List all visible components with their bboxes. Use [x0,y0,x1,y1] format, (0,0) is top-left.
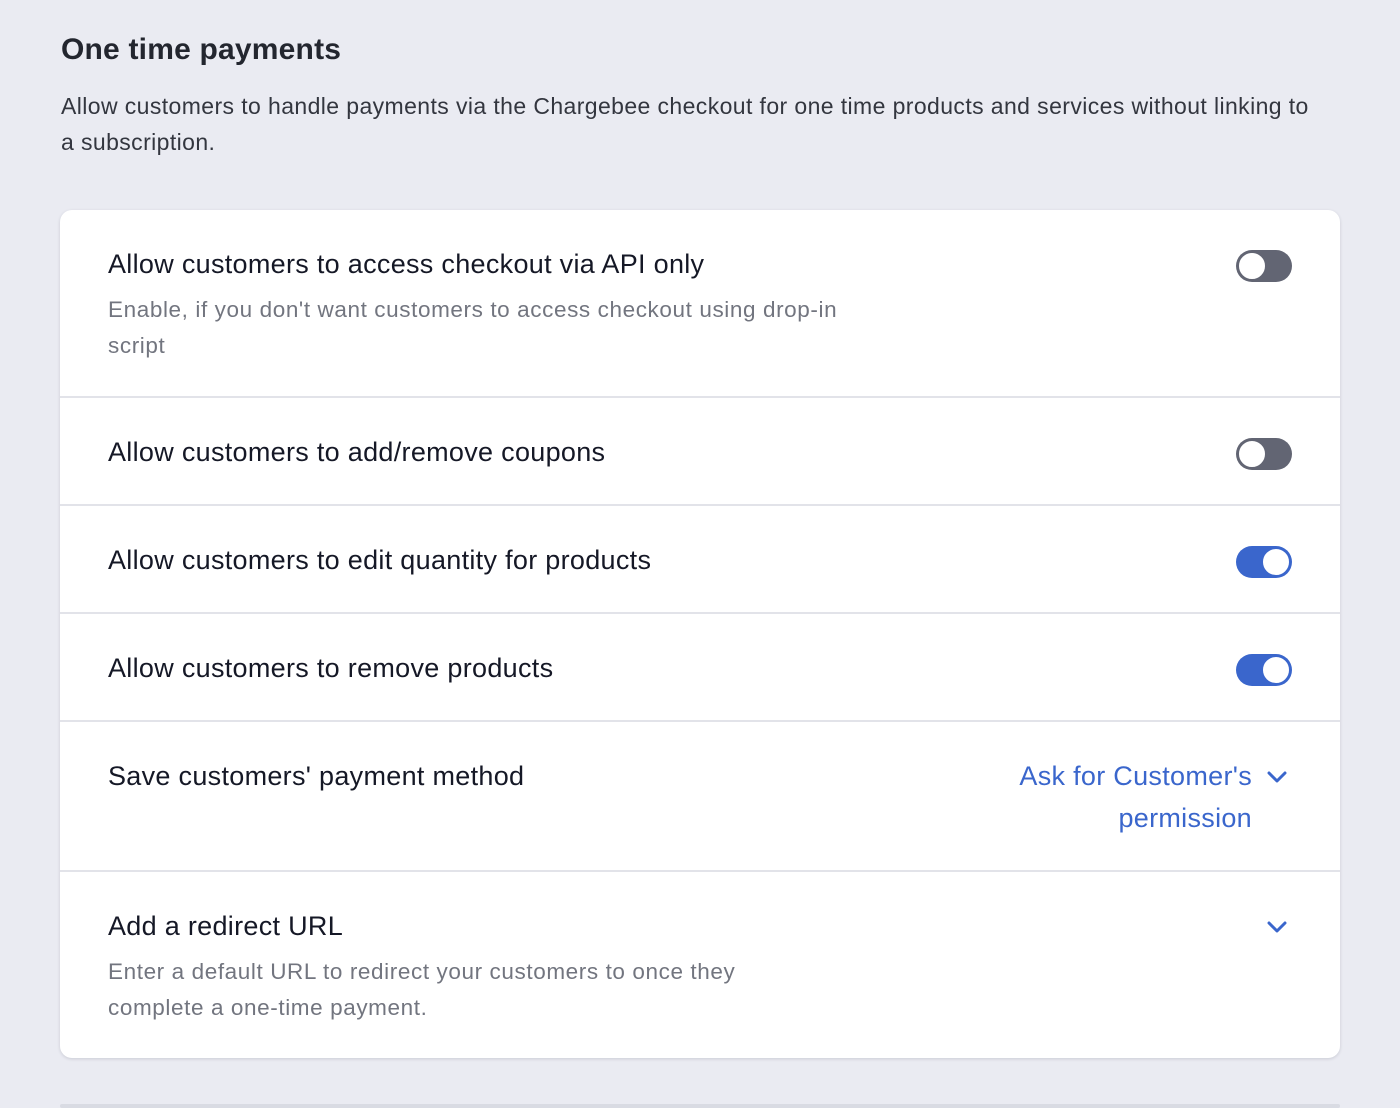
setting-label: Allow customers to add/remove coupons [108,437,606,467]
setting-row-redirect-url[interactable]: Add a redirect URL Enter a default URL t… [60,872,1340,1058]
chevron-down-icon[interactable] [1266,770,1288,784]
setting-description: Enable, if you don't want customers to a… [108,297,838,358]
chevron-down-icon[interactable] [1266,920,1288,934]
toggle-knob [1262,656,1290,684]
toggle-knob [1262,548,1290,576]
setting-row-coupons: Allow customers to add/remove coupons [60,398,1340,506]
setting-label: Allow customers to remove products [108,653,554,683]
toggle-knob [1238,440,1266,468]
save-payment-method-dropdown[interactable]: Ask for Customer's permission [952,755,1252,839]
setting-row-api-only: Allow customers to access checkout via A… [60,210,1340,398]
section-header: One time payments Allow customers to han… [61,28,1321,160]
setting-row-remove-products: Allow customers to remove products [60,614,1340,722]
section-title: One time payments [61,33,342,66]
coupons-toggle[interactable] [1236,438,1292,470]
setting-label: Add a redirect URL [108,911,344,941]
setting-label: Allow customers to access checkout via A… [108,249,705,279]
setting-description: Enter a default URL to redirect your cus… [108,959,736,1020]
next-card-edge [60,1104,1340,1108]
api-only-toggle[interactable] [1236,250,1292,282]
setting-row-edit-quantity: Allow customers to edit quantity for pro… [60,506,1340,614]
toggle-knob [1238,252,1266,280]
edit-quantity-toggle[interactable] [1236,546,1292,578]
remove-products-toggle[interactable] [1236,654,1292,686]
section-description: Allow customers to handle payments via t… [61,93,1309,155]
setting-label: Allow customers to edit quantity for pro… [108,545,652,575]
setting-row-save-payment-method: Save customers' payment method Ask for C… [60,722,1340,872]
settings-card: Allow customers to access checkout via A… [60,210,1340,1058]
setting-label: Save customers' payment method [108,761,525,791]
